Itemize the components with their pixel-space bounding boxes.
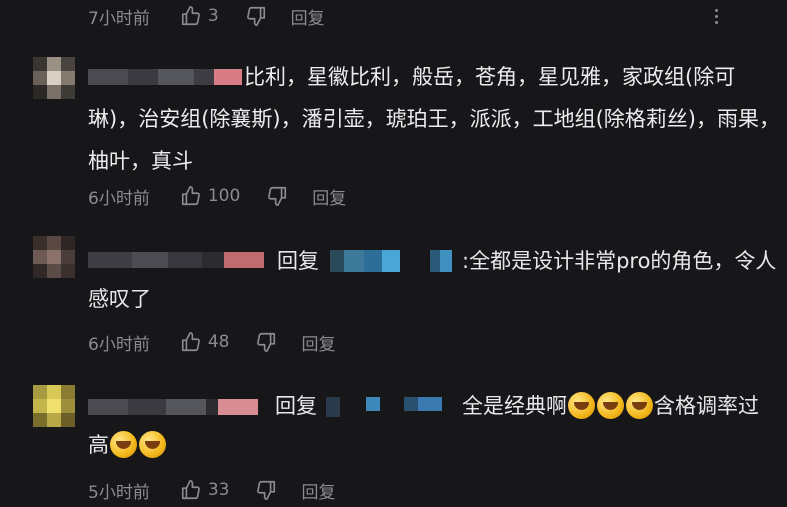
reply-button[interactable]: 回复 xyxy=(312,184,346,209)
avatar[interactable] xyxy=(33,236,75,278)
comment-text-part: 全是经典啊 xyxy=(462,394,567,418)
timestamp: 6小时前 xyxy=(88,334,150,355)
comment-text-continued: 感叹了 xyxy=(88,287,151,311)
reply-button[interactable]: 回复 xyxy=(301,330,335,355)
comment-meta-top: 7小时前 3 回复 xyxy=(88,4,325,29)
like-button[interactable]: 33 xyxy=(180,479,230,501)
dislike-button[interactable] xyxy=(266,185,288,207)
like-button[interactable]: 48 xyxy=(180,331,230,353)
thumbs-up-icon xyxy=(181,6,200,26)
avatar[interactable] xyxy=(33,57,75,99)
like-button[interactable]: 100 xyxy=(180,185,240,207)
reply-button[interactable]: 回复 xyxy=(291,4,325,29)
crying-laughing-emoji xyxy=(597,392,624,419)
reply-prefix: 回复 xyxy=(275,394,317,418)
dislike-button[interactable] xyxy=(245,5,267,27)
timestamp: 5小时前 xyxy=(88,482,150,503)
thumbs-down-icon xyxy=(246,6,265,26)
timestamp: 7小时前 xyxy=(88,8,150,29)
username-redacted[interactable] xyxy=(88,397,258,417)
like-count: 48 xyxy=(207,332,230,352)
like-count: 33 xyxy=(207,480,230,500)
comment-meta: 6小时前 48 回复 xyxy=(88,330,335,355)
username-redacted[interactable] xyxy=(88,250,264,270)
reply-target-redacted[interactable] xyxy=(330,250,452,274)
reply-button[interactable]: 回复 xyxy=(301,478,335,503)
timestamp: 6小时前 xyxy=(88,188,150,209)
crying-laughing-emoji xyxy=(626,392,653,419)
comment-text: :全都是设计非常pro的角色，令人 xyxy=(462,249,777,273)
reply-prefix: 回复 xyxy=(277,249,319,273)
crying-laughing-emoji xyxy=(568,392,595,419)
comment-text: 全是经典啊 含格调率过 xyxy=(462,385,759,427)
more-vertical-icon[interactable] xyxy=(709,6,723,28)
avatar[interactable] xyxy=(33,385,75,427)
comment-meta: 6小时前 100 回复 xyxy=(88,184,346,209)
dislike-button[interactable] xyxy=(255,479,277,501)
comment-text: 比利，星徽比利，般岳，苍角，星见雅，家政组(除可琳)，治安组(除襄斯)，潘引壶，… xyxy=(88,65,780,173)
comment-meta: 5小时前 33 回复 xyxy=(88,478,335,503)
thumbs-down-icon xyxy=(257,332,276,352)
comment-text-part: 高 xyxy=(88,433,109,457)
crying-laughing-emoji xyxy=(139,431,166,458)
like-count: 3 xyxy=(207,6,219,26)
reply-target-redacted[interactable] xyxy=(326,397,442,421)
dislike-button[interactable] xyxy=(255,331,277,353)
thumbs-up-icon xyxy=(181,186,200,206)
like-button[interactable]: 3 xyxy=(180,5,219,27)
crying-laughing-emoji xyxy=(110,431,137,458)
thumbs-up-icon xyxy=(181,332,200,352)
thumbs-up-icon xyxy=(181,480,200,500)
thumbs-down-icon xyxy=(257,480,276,500)
comment-text-part: 含格调率过 xyxy=(654,394,759,418)
thumbs-down-icon xyxy=(268,186,287,206)
like-count: 100 xyxy=(207,186,241,206)
comment-text-continued: 高 xyxy=(88,424,167,466)
